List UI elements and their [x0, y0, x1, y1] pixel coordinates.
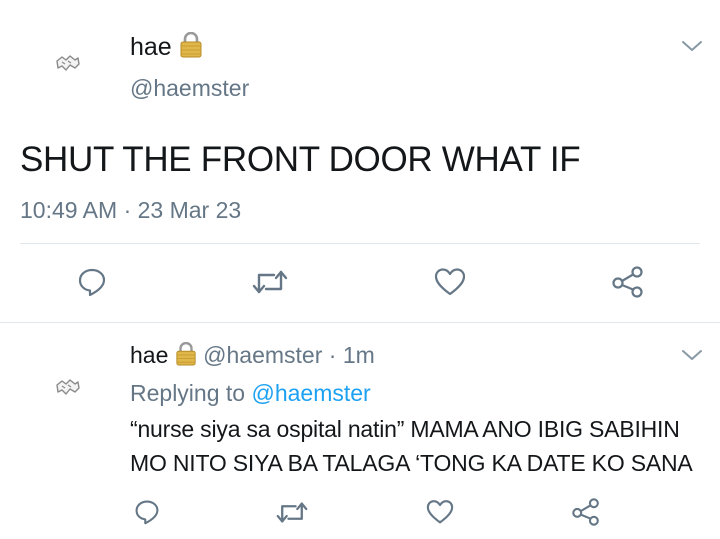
retweet-button[interactable] [248, 264, 292, 300]
author-display-name[interactable]: hae [130, 33, 172, 61]
reply-text-line-2: MO NITO SIYA BA TALAGA ‘TONG KA DATE KO … [130, 450, 693, 476]
reply-avatar[interactable] [53, 377, 83, 399]
share-icon [572, 498, 599, 526]
tweet-divider [20, 243, 700, 244]
reply-text-line-1: “nurse siya sa ospital natin” MAMA ANO I… [130, 416, 680, 442]
reply-menu-button[interactable] [681, 347, 703, 363]
share-icon [612, 266, 643, 298]
lock-icon [179, 31, 203, 65]
tweet-menu-button[interactable] [681, 38, 703, 54]
reply-display-name[interactable]: hae [130, 342, 168, 368]
share-button[interactable] [608, 264, 648, 300]
broken-image-icon [56, 55, 80, 71]
replying-to-handle[interactable]: @haemster [251, 380, 370, 406]
author-name[interactable]: hae [130, 31, 203, 65]
heart-icon [434, 268, 466, 296]
chevron-down-icon [682, 350, 702, 360]
reply-retweet-button[interactable] [272, 496, 312, 528]
reply-share-button[interactable] [568, 496, 604, 528]
reply-time[interactable]: 1m [343, 342, 375, 368]
tweet-timestamp[interactable]: 10:49 AM · 23 Mar 23 [20, 197, 241, 224]
heart-icon [426, 500, 454, 524]
broken-image-icon [56, 379, 80, 395]
lock-icon [175, 341, 197, 372]
reply-text: “nurse siya sa ospital natin” MAMA ANO I… [130, 412, 693, 480]
reply-icon [78, 268, 106, 297]
reply-icon [135, 500, 159, 525]
reply-button[interactable] [72, 264, 112, 300]
retweet-icon [252, 270, 288, 294]
retweet-icon [276, 501, 308, 523]
chevron-down-icon [682, 41, 702, 51]
replying-to-label: Replying to [130, 380, 246, 406]
reply-reply-button[interactable] [130, 496, 164, 528]
reply-separator: · [322, 342, 343, 369]
tweet-text: SHUT THE FRONT DOOR WHAT IF [20, 140, 581, 179]
reply-like-button[interactable] [422, 496, 458, 528]
avatar[interactable] [53, 53, 83, 75]
section-divider [0, 322, 720, 323]
reply-header: hae @haemster · 1m [130, 341, 375, 372]
replying-to: Replying to @haemster [130, 380, 371, 407]
author-handle[interactable]: @haemster [130, 75, 249, 102]
like-button[interactable] [430, 264, 470, 300]
reply-handle[interactable]: @haemster [203, 342, 322, 368]
